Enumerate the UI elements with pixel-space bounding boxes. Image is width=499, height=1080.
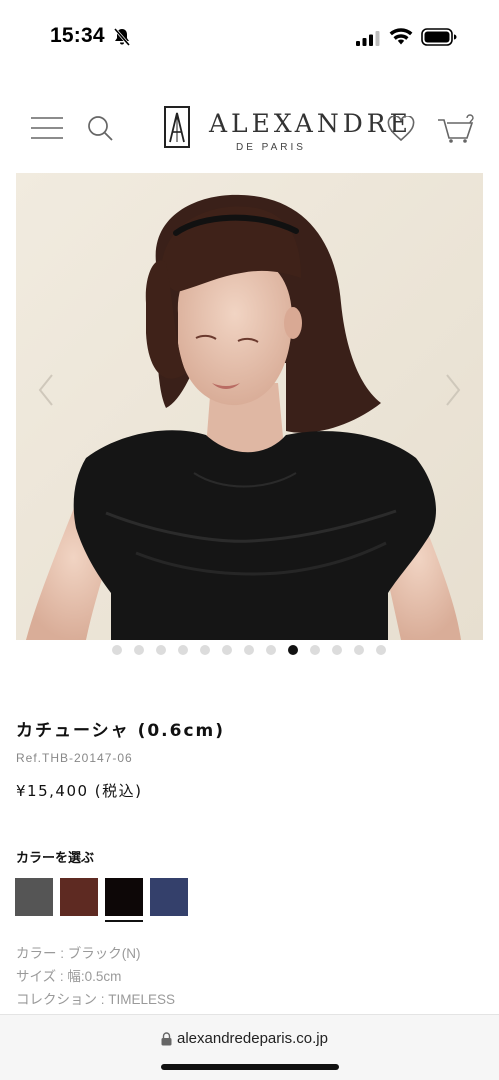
logo-mark-icon [164, 106, 190, 148]
carousel-dot[interactable] [266, 645, 276, 655]
carousel-dot[interactable] [134, 645, 144, 655]
color-selector-title: カラーを選ぶ [16, 851, 95, 866]
brand-logo[interactable]: ALEXANDRE DE PARIS [164, 104, 408, 154]
chevron-left-icon[interactable] [36, 373, 56, 407]
carousel-dot[interactable] [222, 645, 232, 655]
carousel-dot[interactable] [288, 645, 298, 655]
spec-color: カラー : ブラック(N) [16, 946, 141, 961]
browser-url-bar[interactable]: alexandredeparis.co.jp [0, 1014, 499, 1080]
signal-icon [356, 31, 380, 46]
status-time: 15:34 [50, 24, 105, 47]
spec-collection: コレクション : TIMELESS [16, 992, 176, 1007]
product-image[interactable] [16, 173, 483, 640]
spec-size: サイズ : 幅:0.5cm [16, 969, 122, 984]
product-photo [16, 173, 483, 640]
carousel-dot[interactable] [244, 645, 254, 655]
bell-slash-icon [113, 28, 131, 46]
product-name: カチューシャ (0.6cm) [16, 721, 226, 741]
color-swatch[interactable] [150, 878, 188, 916]
brand-subtitle: DE PARIS [236, 142, 306, 153]
menu-icon[interactable] [30, 116, 64, 140]
site-header: ALEXANDRE DE PARIS [0, 88, 499, 168]
color-swatch[interactable] [60, 878, 98, 916]
carousel-dot[interactable] [376, 645, 386, 655]
carousel-dot[interactable] [178, 645, 188, 655]
carousel-dot[interactable] [200, 645, 210, 655]
color-swatch[interactable] [15, 878, 53, 916]
lock-icon [161, 1032, 172, 1046]
brand-name: ALEXANDRE [209, 109, 412, 138]
carousel-dot[interactable] [354, 645, 364, 655]
battery-icon [421, 28, 457, 46]
carousel-dot[interactable] [156, 645, 166, 655]
wifi-icon [389, 28, 413, 45]
url-text[interactable]: alexandredeparis.co.jp [177, 1030, 328, 1047]
carousel-dot[interactable] [332, 645, 342, 655]
status-bar: 15:34 [0, 0, 499, 70]
product-price: ¥15,400 (税込) [16, 782, 143, 800]
chevron-right-icon[interactable] [443, 373, 463, 407]
carousel-dot[interactable] [310, 645, 320, 655]
product-reference: Ref.THB-20147-06 [16, 751, 133, 765]
color-swatches [15, 878, 188, 922]
home-indicator[interactable] [161, 1064, 339, 1070]
carousel-dot[interactable] [112, 645, 122, 655]
heart-icon[interactable] [387, 116, 415, 142]
search-icon[interactable] [86, 114, 114, 142]
color-swatch[interactable] [105, 878, 143, 922]
carousel-pagination [0, 645, 499, 657]
cart-icon[interactable] [437, 114, 477, 144]
